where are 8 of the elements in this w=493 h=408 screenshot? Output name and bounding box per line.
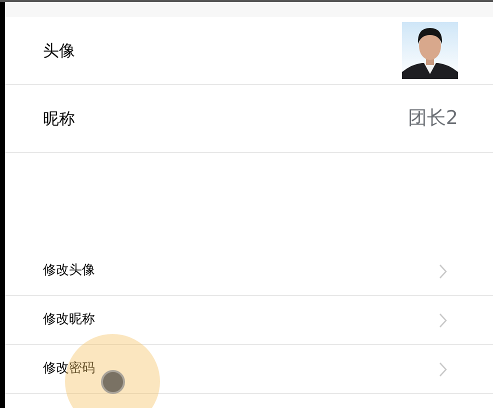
row-label: 头像 bbox=[43, 40, 75, 62]
chevron-right-icon bbox=[439, 312, 447, 328]
row-label: 昵称 bbox=[43, 108, 75, 130]
menu-item[interactable]: 修改昵称 bbox=[5, 296, 493, 345]
chevron-right-icon bbox=[439, 362, 447, 376]
menu-item[interactable]: 修改头像 bbox=[5, 247, 493, 296]
nickname-value: 团长2 bbox=[408, 106, 458, 132]
chevron-right-icon bbox=[439, 264, 447, 278]
